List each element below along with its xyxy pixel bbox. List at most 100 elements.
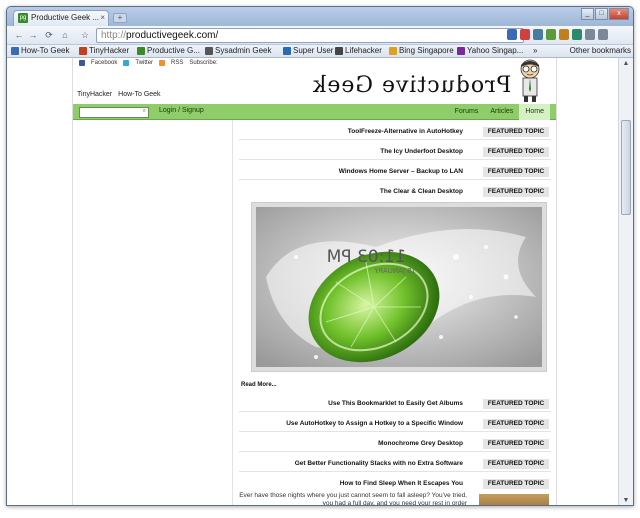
bookmark-label: Super User bbox=[293, 46, 334, 55]
bookmark-item[interactable]: Bing Singapore bbox=[389, 45, 454, 57]
facebook-link[interactable]: Facebook bbox=[91, 60, 117, 66]
bookmark-label: Bing Singapore bbox=[399, 46, 454, 55]
bookmark-item[interactable]: How-To Geek bbox=[11, 45, 69, 57]
back-button[interactable]: ← bbox=[13, 29, 25, 41]
featured-title[interactable]: Use AutoHotkey to Assign a Hotkey to a S… bbox=[239, 416, 467, 432]
bookmark-label: Sysadmin Geek bbox=[215, 46, 272, 55]
page-menu-icon[interactable] bbox=[585, 29, 595, 40]
nav-forums[interactable]: Forums bbox=[449, 104, 485, 120]
desktop-clock-date: 15 JANUARY bbox=[374, 267, 416, 275]
bookmarks-bar: How-To Geek TinyHacker Productive G... S… bbox=[7, 45, 633, 58]
extension-puzzle-icon[interactable] bbox=[559, 29, 569, 40]
featured-badge: FEATURED TOPIC bbox=[483, 479, 549, 489]
bookmark-item[interactable]: Super User bbox=[283, 45, 333, 57]
extension-icons bbox=[507, 29, 608, 40]
minimize-button[interactable]: _ bbox=[581, 8, 594, 20]
facebook-icon bbox=[79, 60, 85, 66]
bookmark-item[interactable]: Yahoo Singap... bbox=[457, 45, 523, 57]
featured-title[interactable]: Windows Home Server – Backup to LAN bbox=[239, 164, 467, 180]
maximize-button[interactable]: □ bbox=[595, 8, 608, 20]
address-bar[interactable]: http://productivegeek.com/ bbox=[96, 28, 524, 43]
reload-button[interactable]: ⟳ bbox=[43, 29, 55, 41]
excerpt-thumbnail[interactable] bbox=[479, 494, 549, 505]
featured-row[interactable]: Monochrome Grey Desktop FEATURED TOPIC bbox=[239, 436, 551, 452]
featured-row[interactable]: Use AutoHotkey to Assign a Hotkey to a S… bbox=[239, 416, 551, 432]
extension-flag-icon[interactable] bbox=[520, 29, 530, 40]
bookmark-item[interactable]: Productive G... bbox=[137, 45, 200, 57]
bookmarks-overflow-button[interactable]: » bbox=[533, 45, 537, 57]
featured-desktop-image[interactable]: 11:03 PM 15 JANUARY bbox=[251, 202, 547, 372]
bookmark-favicon-icon bbox=[457, 47, 465, 55]
window-controls: _ □ x bbox=[581, 8, 629, 20]
subscribe-label: Subscribe: bbox=[189, 60, 218, 66]
featured-row[interactable]: How to Find Sleep When It Escapes You FE… bbox=[239, 476, 551, 492]
featured-title[interactable]: The Icy Underfoot Desktop bbox=[239, 144, 467, 160]
tab-productive-geek[interactable]: pg Productive Geek ... × bbox=[13, 10, 109, 26]
productive-geek-page: Facebook Twitter RSS Subscribe: TinyHack… bbox=[72, 58, 557, 506]
bookmark-item[interactable]: TinyHacker bbox=[79, 45, 129, 57]
forward-button[interactable]: → bbox=[27, 29, 39, 41]
featured-row[interactable]: The Icy Underfoot Desktop FEATURED TOPIC bbox=[239, 144, 551, 160]
featured-title[interactable]: How to Find Sleep When It Escapes You bbox=[239, 476, 467, 492]
left-sidebar bbox=[73, 120, 233, 505]
close-window-button[interactable]: x bbox=[609, 8, 629, 20]
featured-row[interactable]: The Clear & Clean Desktop FEATURED TOPIC bbox=[239, 184, 551, 200]
site-favicon-icon: pg bbox=[18, 13, 28, 23]
featured-row[interactable]: Windows Home Server – Backup to LAN FEAT… bbox=[239, 164, 551, 180]
extension-globe-icon[interactable] bbox=[507, 29, 517, 40]
excerpt-text: Ever have those nights where you just ca… bbox=[239, 492, 467, 506]
login-signup-link[interactable]: Login / Signup bbox=[159, 107, 204, 114]
bookmark-star-icon[interactable]: ☆ bbox=[79, 29, 91, 41]
desktop-clock-time: 11:03 PM bbox=[327, 247, 406, 267]
featured-excerpt: Ever have those nights where you just ca… bbox=[239, 492, 551, 506]
read-more-link[interactable]: Read More... bbox=[241, 382, 277, 388]
bookmark-label: How-To Geek bbox=[21, 46, 70, 55]
bookmark-favicon-icon bbox=[11, 47, 19, 55]
tab-close-icon[interactable]: × bbox=[100, 11, 105, 25]
featured-row[interactable]: Get Better Functionality Stacks with no … bbox=[239, 456, 551, 472]
featured-badge: FEATURED TOPIC bbox=[483, 167, 549, 177]
featured-title[interactable]: ToolFreeze-Alternative in AutoHotkey bbox=[239, 124, 467, 140]
featured-title[interactable]: Get Better Functionality Stacks with no … bbox=[239, 456, 467, 472]
featured-badge: FEATURED TOPIC bbox=[483, 399, 549, 409]
bookmark-label: Lifehacker bbox=[345, 46, 382, 55]
featured-row[interactable]: Use This Bookmarklet to Easily Get Album… bbox=[239, 396, 551, 412]
bookmark-item[interactable]: Lifehacker bbox=[335, 45, 382, 57]
bookmark-favicon-icon bbox=[137, 47, 145, 55]
scroll-down-icon[interactable]: ▼ bbox=[621, 496, 631, 505]
featured-badge: FEATURED TOPIC bbox=[483, 419, 549, 429]
rss-link[interactable]: RSS bbox=[171, 60, 183, 66]
bookmark-item[interactable]: Sysadmin Geek bbox=[205, 45, 271, 57]
featured-title[interactable]: Use This Bookmarklet to Easily Get Album… bbox=[239, 396, 467, 412]
scroll-up-icon[interactable]: ▲ bbox=[621, 59, 631, 69]
extension-leaf-icon[interactable] bbox=[546, 29, 556, 40]
nav-home[interactable]: Home bbox=[519, 104, 550, 120]
howtogeek-link[interactable]: How-To Geek bbox=[118, 91, 160, 98]
site-navbar: ⌕ Login / Signup Forums Articles Home bbox=[73, 104, 556, 120]
featured-title[interactable]: Monochrome Grey Desktop bbox=[239, 436, 467, 452]
bookmark-favicon-icon bbox=[335, 47, 343, 55]
lime-splash-image: 11:03 PM 15 JANUARY bbox=[256, 207, 542, 367]
home-button[interactable]: ⌂ bbox=[59, 29, 71, 41]
tab-title: Productive Geek ... bbox=[31, 13, 100, 22]
wrench-menu-icon[interactable] bbox=[598, 29, 608, 40]
bookmark-label: TinyHacker bbox=[89, 46, 130, 55]
other-bookmarks-folder[interactable]: Other bookmarks bbox=[570, 45, 631, 57]
title-bar: pg Productive Geek ... × + _ □ x bbox=[7, 7, 633, 26]
bookmark-favicon-icon bbox=[205, 47, 213, 55]
tinyhacker-link[interactable]: TinyHacker bbox=[77, 91, 112, 98]
extension-arrow-icon[interactable] bbox=[533, 29, 543, 40]
geek-mascot-icon bbox=[520, 59, 540, 102]
scrollbar-thumb[interactable] bbox=[621, 120, 631, 215]
site-search-input[interactable]: ⌕ bbox=[79, 107, 149, 118]
twitter-link[interactable]: Twitter bbox=[135, 60, 153, 66]
featured-title[interactable]: The Clear & Clean Desktop bbox=[239, 184, 467, 200]
new-tab-button[interactable]: + bbox=[113, 13, 127, 23]
vertical-scrollbar[interactable]: ▲ ▼ bbox=[618, 58, 633, 505]
featured-row[interactable]: ToolFreeze-Alternative in AutoHotkey FEA… bbox=[239, 124, 551, 140]
network-links: TinyHacker How-To Geek bbox=[77, 91, 161, 98]
nav-articles[interactable]: Articles bbox=[484, 104, 519, 120]
page-viewport: Facebook Twitter RSS Subscribe: TinyHack… bbox=[7, 58, 618, 506]
extension-check-icon[interactable] bbox=[572, 29, 582, 40]
site-logo[interactable]: Productive Geek bbox=[312, 73, 511, 98]
